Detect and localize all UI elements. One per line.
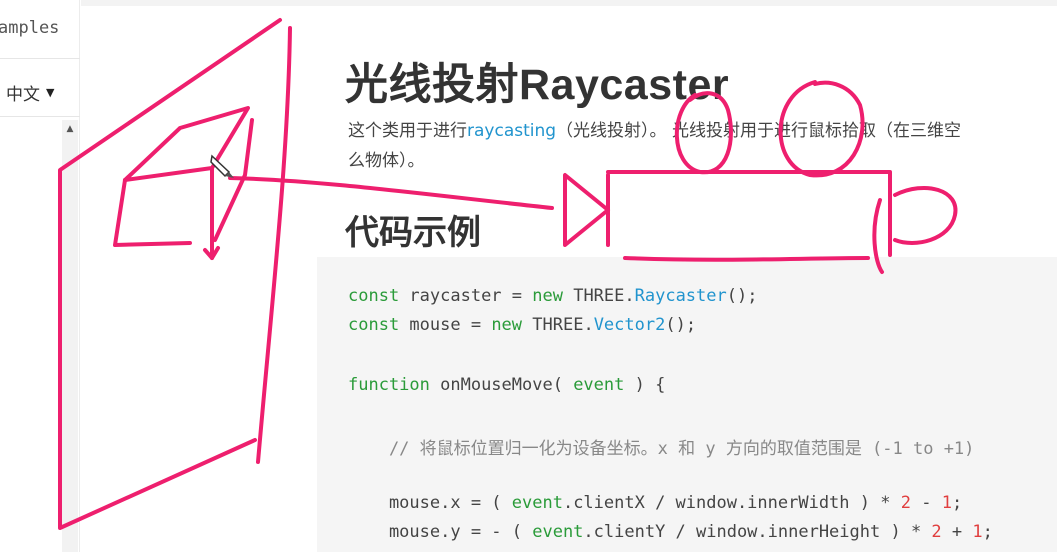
doc-content: 光线投射Raycaster 这个类用于进行raycasting（光线投射）。 光… xyxy=(81,0,1057,552)
code-line: const mouse = new THREE.Vector2(); xyxy=(348,315,697,335)
code-block: const raycaster = new THREE.Raycaster();… xyxy=(317,257,1057,552)
page: amples 中文 ▼ ▲ 光线投射Raycaster 这个类用于进行rayca… xyxy=(0,0,1057,552)
desc-text: 么物体）。 xyxy=(348,151,425,171)
desc-text: 这个类用于进行 xyxy=(348,121,467,141)
section-heading-code-example: 代码示例 xyxy=(345,213,481,253)
code-line: mouse.x = ( event.clientX / window.inner… xyxy=(348,493,963,513)
page-description: 这个类用于进行raycasting（光线投射）。 光线投射用于进行鼠标拾取（在三… xyxy=(348,116,1057,176)
scroll-up-arrow-icon[interactable]: ▲ xyxy=(62,124,78,134)
caret-down-icon: ▼ xyxy=(46,86,55,99)
desc-text: （光线投射）。 光线投射用于进行鼠标拾取（在三维空 xyxy=(556,121,961,141)
code-line: const raycaster = new THREE.Raycaster(); xyxy=(348,286,758,306)
examples-nav-link[interactable]: amples xyxy=(0,18,59,38)
sidebar-scrollbar[interactable]: ▲ xyxy=(62,120,78,552)
top-bar xyxy=(81,0,1057,6)
sidebar-divider xyxy=(0,116,80,117)
sidebar-divider xyxy=(0,58,80,59)
page-title: 光线投射Raycaster xyxy=(345,61,730,109)
code-line: mouse.y = - ( event.clientY / window.inn… xyxy=(348,522,993,542)
code-line: function onMouseMove( event ) { xyxy=(348,375,666,395)
language-label: 中文 xyxy=(6,85,40,105)
raycasting-link[interactable]: raycasting xyxy=(467,121,556,141)
pencil-cursor-icon xyxy=(210,154,234,178)
code-line: // 将鼠标位置归一化为设备坐标。x 和 y 方向的取值范围是 (-1 to +… xyxy=(348,439,975,459)
language-select[interactable]: 中文 ▼ xyxy=(6,80,54,105)
sidebar: amples 中文 ▼ ▲ xyxy=(0,0,80,552)
